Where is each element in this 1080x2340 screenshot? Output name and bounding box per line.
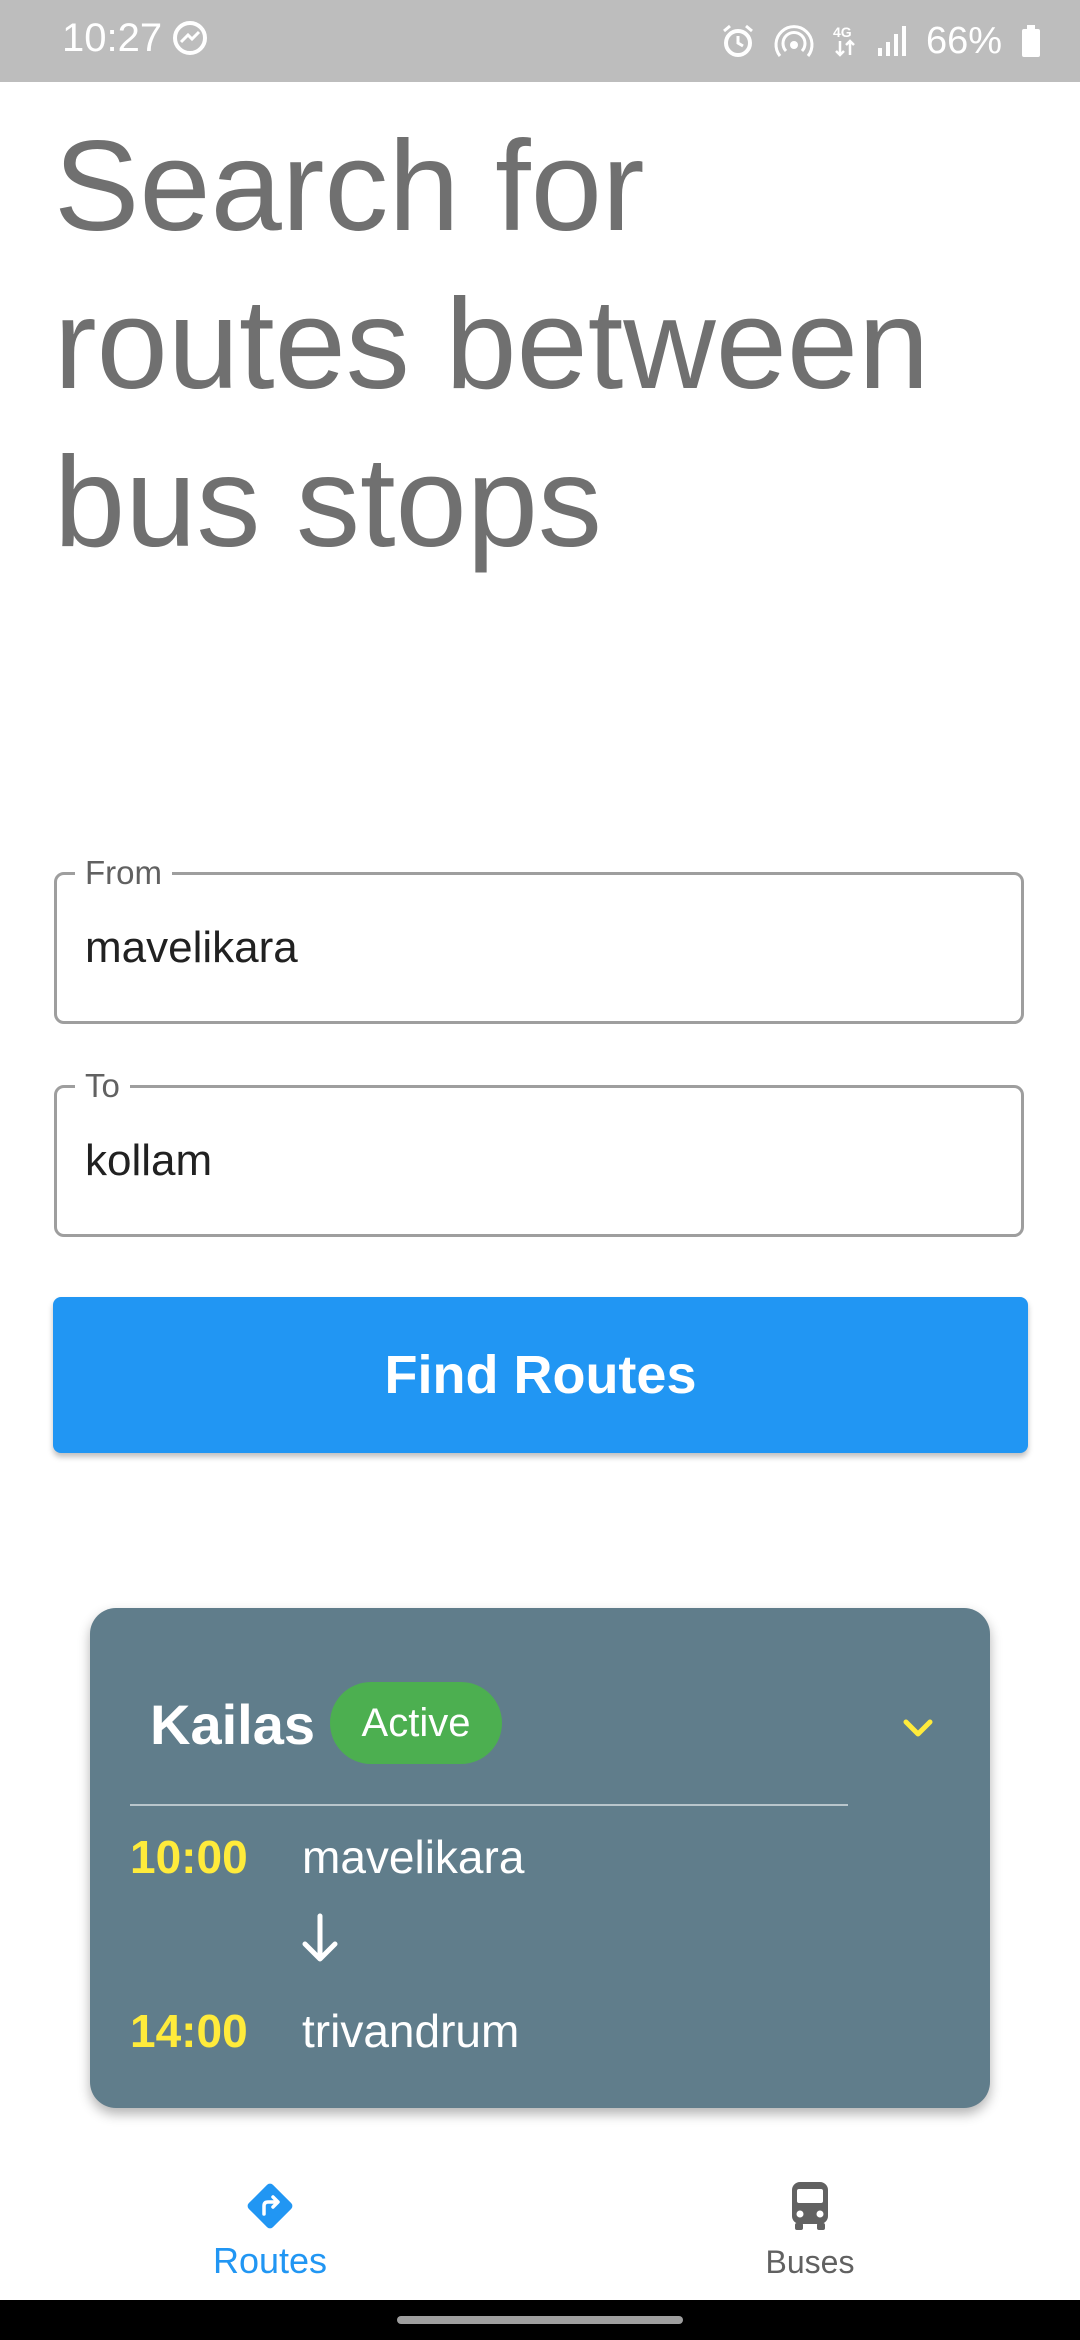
4g-icon: 4G — [833, 24, 855, 57]
arrow-down-icon — [302, 1913, 338, 1962]
route-card[interactable]: Kailas Active 10:00 mavelikara 14:00 tri… — [90, 1608, 990, 2108]
status-badge: Active — [330, 1682, 502, 1764]
to-input[interactable] — [85, 1088, 985, 1234]
nav-label-routes: Routes — [212, 2240, 328, 2281]
system-navigation-bar — [0, 2300, 1080, 2340]
find-routes-button[interactable]: Find Routes — [53, 1297, 1028, 1453]
from-field[interactable]: From — [54, 853, 1024, 1024]
status-time: 10:27 — [62, 16, 163, 60]
nav-label-buses: Buses — [765, 2244, 855, 2280]
svg-text:4G: 4G — [833, 24, 852, 40]
battery-icon — [1022, 25, 1040, 57]
bus-name: Kailas — [150, 1693, 315, 1756]
page-title: Search for routes between bus stops — [54, 115, 930, 574]
hotspot-icon — [774, 25, 814, 57]
signal-icon — [877, 26, 906, 56]
nav-item-buses[interactable]: Buses — [660, 2176, 960, 2281]
departure-stop: mavelikara — [302, 1831, 525, 1883]
alarm-icon — [722, 24, 753, 57]
messenger-icon — [173, 21, 207, 55]
card-divider — [130, 1804, 848, 1806]
nav-item-routes[interactable]: Routes — [120, 2176, 420, 2282]
departure-time: 10:00 — [130, 1831, 248, 1883]
bottom-nav: Routes Buses — [0, 2150, 1080, 2300]
arrival-time: 14:00 — [130, 2005, 248, 2057]
to-field[interactable]: To — [54, 1066, 1024, 1237]
bus-icon — [792, 2182, 828, 2230]
home-indicator[interactable] — [397, 2316, 683, 2324]
from-input[interactable] — [85, 875, 985, 1021]
status-bar: 10:27 4G 66% — [0, 0, 1080, 82]
arrival-stop: trivandrum — [302, 2005, 520, 2057]
directions-icon — [247, 2183, 293, 2229]
battery-percent: 66% — [925, 19, 1002, 62]
status-icons: 4G 66% — [720, 16, 1042, 66]
chevron-down-icon[interactable] — [898, 1708, 938, 1748]
